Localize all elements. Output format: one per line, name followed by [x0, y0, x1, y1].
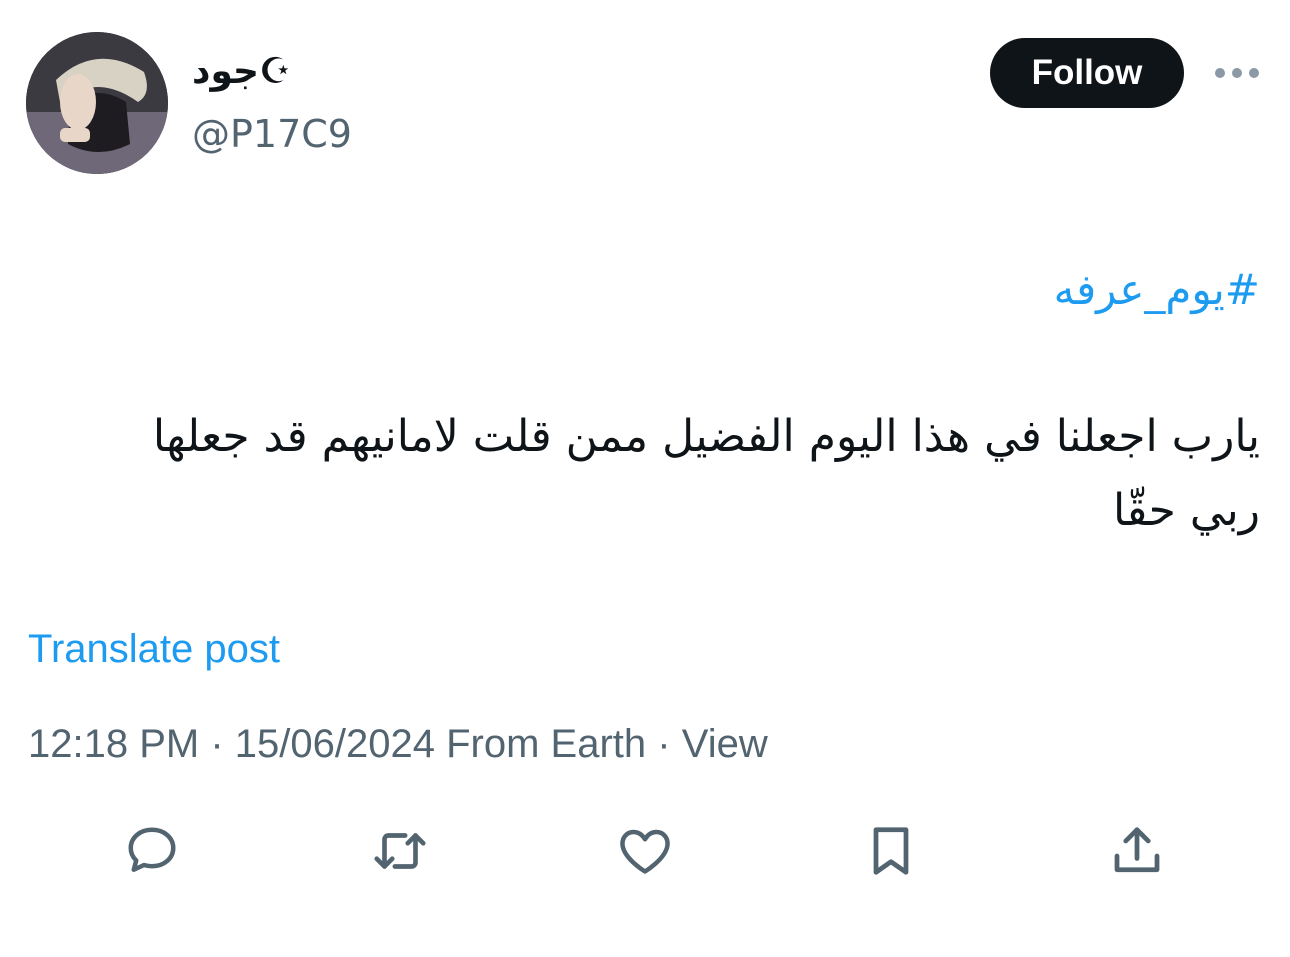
reply-icon — [128, 827, 176, 872]
post-source: From Earth — [446, 722, 647, 766]
share-button[interactable] — [1102, 816, 1172, 886]
meta-separator: · — [210, 722, 224, 766]
translate-post-link[interactable]: Translate post — [28, 622, 280, 676]
more-options-button[interactable] — [1212, 56, 1262, 90]
heart-icon — [620, 829, 670, 874]
avatar[interactable] — [26, 32, 168, 174]
post-date[interactable]: 15/06/2024 — [235, 722, 435, 766]
post-time[interactable]: 12:18 PM — [28, 722, 199, 766]
user-handle[interactable]: @P17C9 — [192, 106, 352, 162]
repost-button[interactable] — [365, 816, 435, 886]
more-horizontal-icon — [1215, 68, 1259, 78]
like-button[interactable] — [610, 816, 680, 886]
meta-separator: · — [657, 722, 671, 766]
views-link[interactable]: View — [682, 722, 768, 766]
avatar-image — [26, 32, 168, 174]
hashtag-link[interactable]: #يوم_عرفه — [1054, 258, 1260, 322]
bookmark-button[interactable] — [856, 816, 926, 886]
post-metadata: 12:18 PM · 15/06/2024 From Earth · View — [28, 716, 768, 772]
reply-button[interactable] — [117, 816, 187, 886]
share-icon — [1114, 827, 1160, 873]
follow-button[interactable]: Follow — [990, 38, 1184, 108]
post-text: يارب اجعلنا في هذا اليوم الفضيل ممن قلت … — [152, 411, 1260, 536]
display-name[interactable]: جود☪ — [192, 44, 291, 100]
repost-icon — [374, 833, 426, 869]
bookmark-icon — [873, 827, 909, 875]
